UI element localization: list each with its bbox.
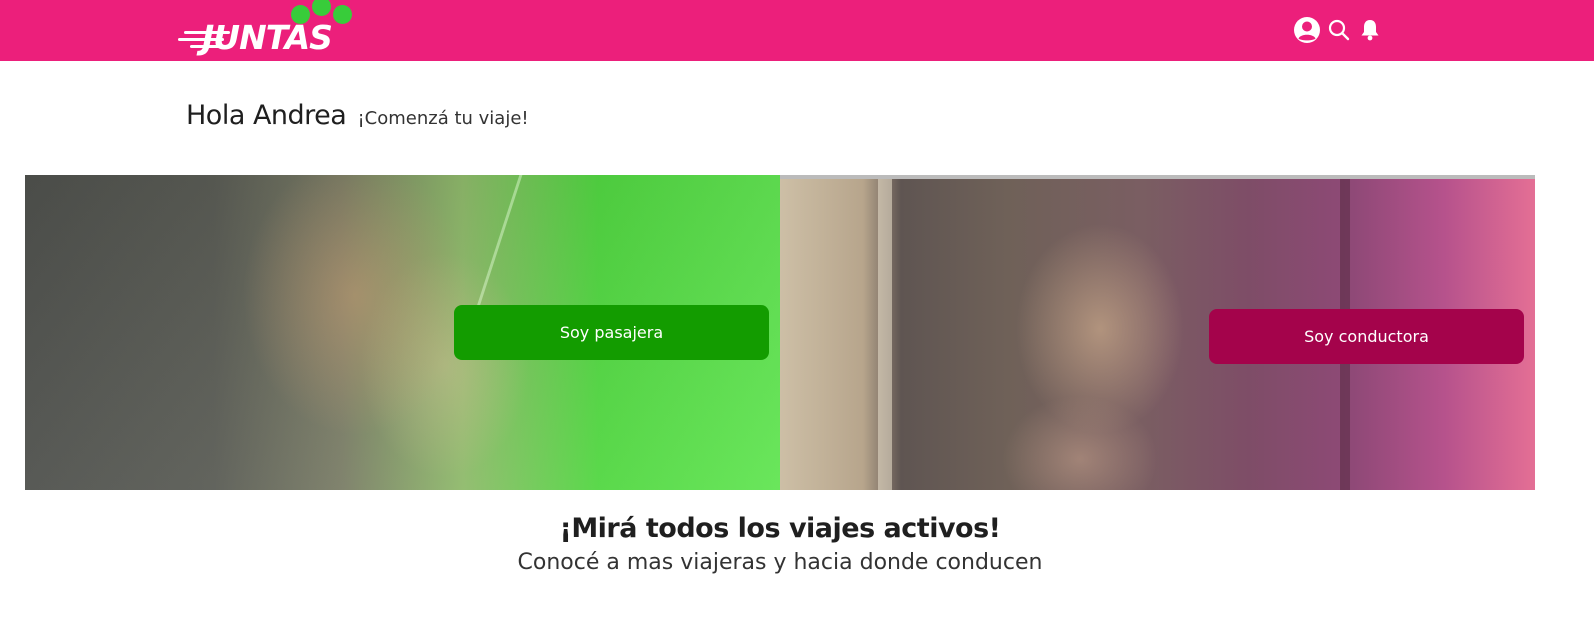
header-actions [1293,16,1393,44]
search-icon[interactable] [1327,18,1351,46]
active-trips-subtitle: Conocé a mas viajeras y hacia donde cond… [517,550,1043,575]
active-trips-title: ¡Mirá todos los viajes activos! [559,513,1001,544]
logo-text: JUNTAS [202,18,333,57]
greeting-title: Hola Andrea [186,100,347,131]
user-icon[interactable] [1293,16,1321,44]
passenger-panel: Soy pasajera [25,175,780,490]
juntas-logo[interactable]: JUNTAS [176,0,358,61]
passenger-button[interactable]: Soy pasajera [454,305,769,360]
top-navbar: JUNTAS [0,0,1594,61]
greeting: Hola Andrea ¡Comenzá tu viaje! [186,100,529,131]
driver-button[interactable]: Soy conductora [1209,309,1524,364]
greeting-subtitle: ¡Comenzá tu viaje! [357,108,529,129]
bell-icon[interactable] [1359,18,1381,46]
driver-panel: Soy conductora [780,175,1535,490]
